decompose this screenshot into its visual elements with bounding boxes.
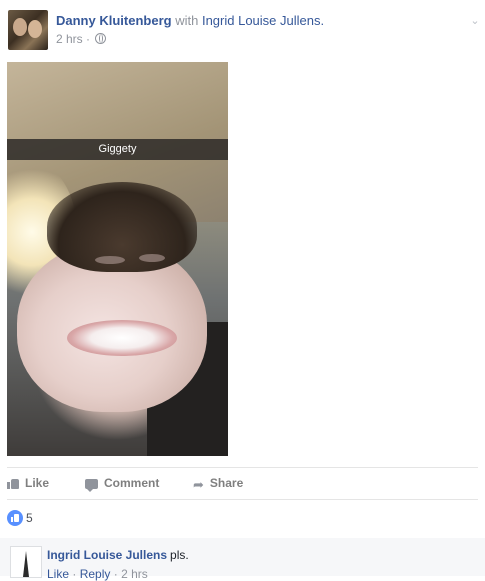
comment-reply-link[interactable]: Reply — [80, 567, 111, 581]
likes-count[interactable]: 5 — [26, 511, 33, 525]
avatar-face — [13, 18, 27, 36]
comment-meta: Like · Reply · 2 hrs — [47, 567, 148, 581]
post-timestamp-link[interactable]: 2 hrs — [56, 32, 83, 46]
globe-icon[interactable] — [95, 33, 107, 44]
photo-eye — [95, 256, 125, 264]
eiffel-tower-icon — [23, 551, 29, 577]
photo-eye — [139, 254, 165, 262]
tagged-friend-link[interactable]: Ingrid Louise Jullens. — [202, 13, 324, 28]
comment-meta-separator: · — [72, 567, 77, 581]
comment-icon — [85, 479, 98, 492]
comment-meta-separator: · — [113, 567, 118, 581]
comment-like-link[interactable]: Like — [47, 567, 69, 581]
meta-separator: · — [86, 32, 91, 46]
divider — [7, 467, 478, 468]
reactions-summary[interactable]: 5 — [7, 510, 33, 528]
comment: Ingrid Louise Jullens pls. — [47, 548, 189, 562]
post-header: Danny Kluitenberg with Ingrid Louise Jul… — [8, 10, 481, 52]
post-photo[interactable]: Giggety — [7, 62, 228, 456]
comment-author-link[interactable]: Ingrid Louise Jullens — [47, 548, 167, 562]
chevron-down-icon[interactable]: ⌄ — [469, 14, 481, 27]
author-avatar[interactable] — [8, 10, 48, 50]
comment-body: pls. — [170, 548, 189, 562]
like-badge-icon — [7, 510, 23, 526]
with-text: with — [175, 13, 199, 28]
like-label: Like — [25, 476, 50, 490]
post-meta: 2 hrs · — [56, 32, 107, 46]
comment-timestamp[interactable]: 2 hrs — [121, 567, 148, 581]
share-label: Share — [209, 476, 244, 490]
author-name-link[interactable]: Danny Kluitenberg — [56, 13, 172, 28]
thumbs-up-icon — [7, 478, 19, 489]
comments-section: Ingrid Louise Jullens pls. Like · Reply ·… — [0, 538, 485, 581]
comment-button[interactable]: Comment — [85, 476, 160, 492]
action-bar: Like Comment ➦ Share — [7, 470, 478, 498]
divider — [7, 499, 478, 500]
photo-mouth — [67, 320, 177, 356]
photo-caption: Giggety — [7, 139, 228, 160]
author-line: Danny Kluitenberg with Ingrid Louise Jul… — [56, 13, 324, 28]
commenter-avatar[interactable] — [10, 546, 42, 578]
share-arrow-icon: ➦ — [193, 477, 204, 492]
share-button[interactable]: ➦ Share — [193, 476, 243, 493]
avatar-face — [28, 20, 42, 38]
like-button[interactable]: Like — [7, 476, 49, 490]
comment-label: Comment — [104, 476, 160, 490]
